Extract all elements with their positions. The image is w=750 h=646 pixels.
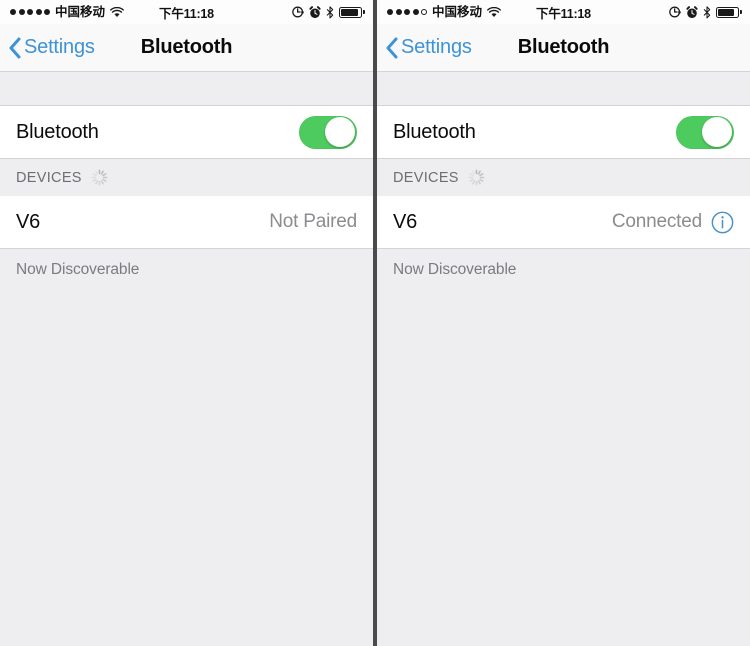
loading-spinner-icon: [91, 169, 108, 186]
device-row[interactable]: V6 Not Paired: [0, 196, 373, 249]
status-bar-left: 中国移动: [387, 6, 501, 19]
location-icon: [292, 6, 304, 18]
chevron-left-icon: [9, 37, 21, 58]
carrier-name: 中国移动: [432, 4, 483, 19]
status-bar-right: [669, 5, 743, 19]
signal-dot: [18, 9, 25, 15]
content-filler: [377, 279, 750, 646]
settings-content: Bluetooth DEVICES: [377, 72, 750, 646]
bluetooth-icon: [326, 5, 334, 18]
device-name-label: V6: [16, 210, 41, 233]
signal-strength-dots: [10, 9, 50, 15]
device-name-label: V6: [393, 210, 418, 233]
chevron-left-icon: [386, 37, 398, 58]
signal-dot-empty: [421, 9, 427, 15]
device-row-right: Not Paired: [269, 211, 357, 233]
info-circle-icon[interactable]: [711, 211, 734, 234]
settings-content: Bluetooth DEVICES: [0, 72, 373, 646]
device-status-label: Not Paired: [269, 211, 357, 232]
devices-section-header: DEVICES: [377, 159, 750, 196]
alarm-clock-icon: [686, 5, 698, 18]
signal-strength-dots: [387, 9, 427, 15]
loading-spinner-icon: [468, 169, 485, 186]
navigation-bar: Settings Bluetooth: [377, 24, 750, 72]
location-icon: [669, 6, 681, 18]
wifi-icon: [110, 6, 124, 17]
device-status-label: Connected: [611, 211, 702, 232]
wifi-icon: [487, 6, 501, 17]
signal-dot: [44, 9, 50, 15]
back-button[interactable]: Settings: [377, 36, 472, 59]
device-row-right: Connected: [612, 211, 734, 234]
battery-icon: [716, 6, 743, 18]
toggle-knob: [325, 117, 355, 147]
phone-screen-left: 中国移动 下午11:18 Settings Bluetooth Bluetoot…: [0, 0, 373, 646]
devices-header-label: DEVICES: [16, 169, 82, 186]
discoverable-footnote: Now Discoverable: [377, 249, 750, 279]
status-bar-right: [292, 5, 366, 19]
devices-header-label: DEVICES: [393, 169, 459, 186]
device-row[interactable]: V6 Connected: [377, 196, 750, 249]
back-button-label: Settings: [401, 36, 472, 58]
devices-section-header: DEVICES: [0, 159, 373, 196]
signal-dot: [387, 9, 393, 15]
signal-dot: [27, 9, 33, 15]
navigation-bar: Settings Bluetooth: [0, 24, 373, 72]
back-button[interactable]: Settings: [0, 36, 95, 59]
bluetooth-row-label: Bluetooth: [16, 120, 99, 143]
status-bar-left: 中国移动: [10, 6, 124, 19]
bluetooth-icon: [703, 5, 711, 18]
status-bar: 中国移动 下午11:18: [377, 0, 750, 24]
dual-screenshot-comparison: 中国移动 下午11:18 Settings Bluetooth Bluetoot…: [0, 0, 750, 646]
content-filler: [0, 279, 373, 646]
battery-icon: [339, 6, 366, 18]
phone-screen-right: 中国移动 下午11:18 Settings Bluetooth Bluetoot…: [377, 0, 750, 646]
carrier-name: 中国移动: [55, 4, 106, 19]
signal-dot: [35, 9, 42, 15]
back-button-label: Settings: [24, 36, 95, 58]
signal-dot: [412, 9, 419, 15]
bluetooth-row-label: Bluetooth: [393, 120, 476, 143]
status-bar: 中国移动 下午11:18: [0, 0, 373, 24]
toggle-knob: [702, 117, 732, 147]
bluetooth-toggle-row[interactable]: Bluetooth: [377, 106, 750, 159]
discoverable-footnote: Now Discoverable: [0, 249, 373, 279]
signal-dot: [395, 9, 402, 15]
bluetooth-toggle-switch[interactable]: [299, 115, 357, 149]
top-spacer: [0, 72, 373, 106]
top-spacer: [377, 72, 750, 106]
alarm-clock-icon: [309, 5, 321, 18]
bluetooth-toggle-row[interactable]: Bluetooth: [0, 106, 373, 159]
signal-dot: [404, 9, 410, 15]
bluetooth-toggle-switch[interactable]: [676, 115, 734, 149]
signal-dot: [10, 9, 16, 15]
